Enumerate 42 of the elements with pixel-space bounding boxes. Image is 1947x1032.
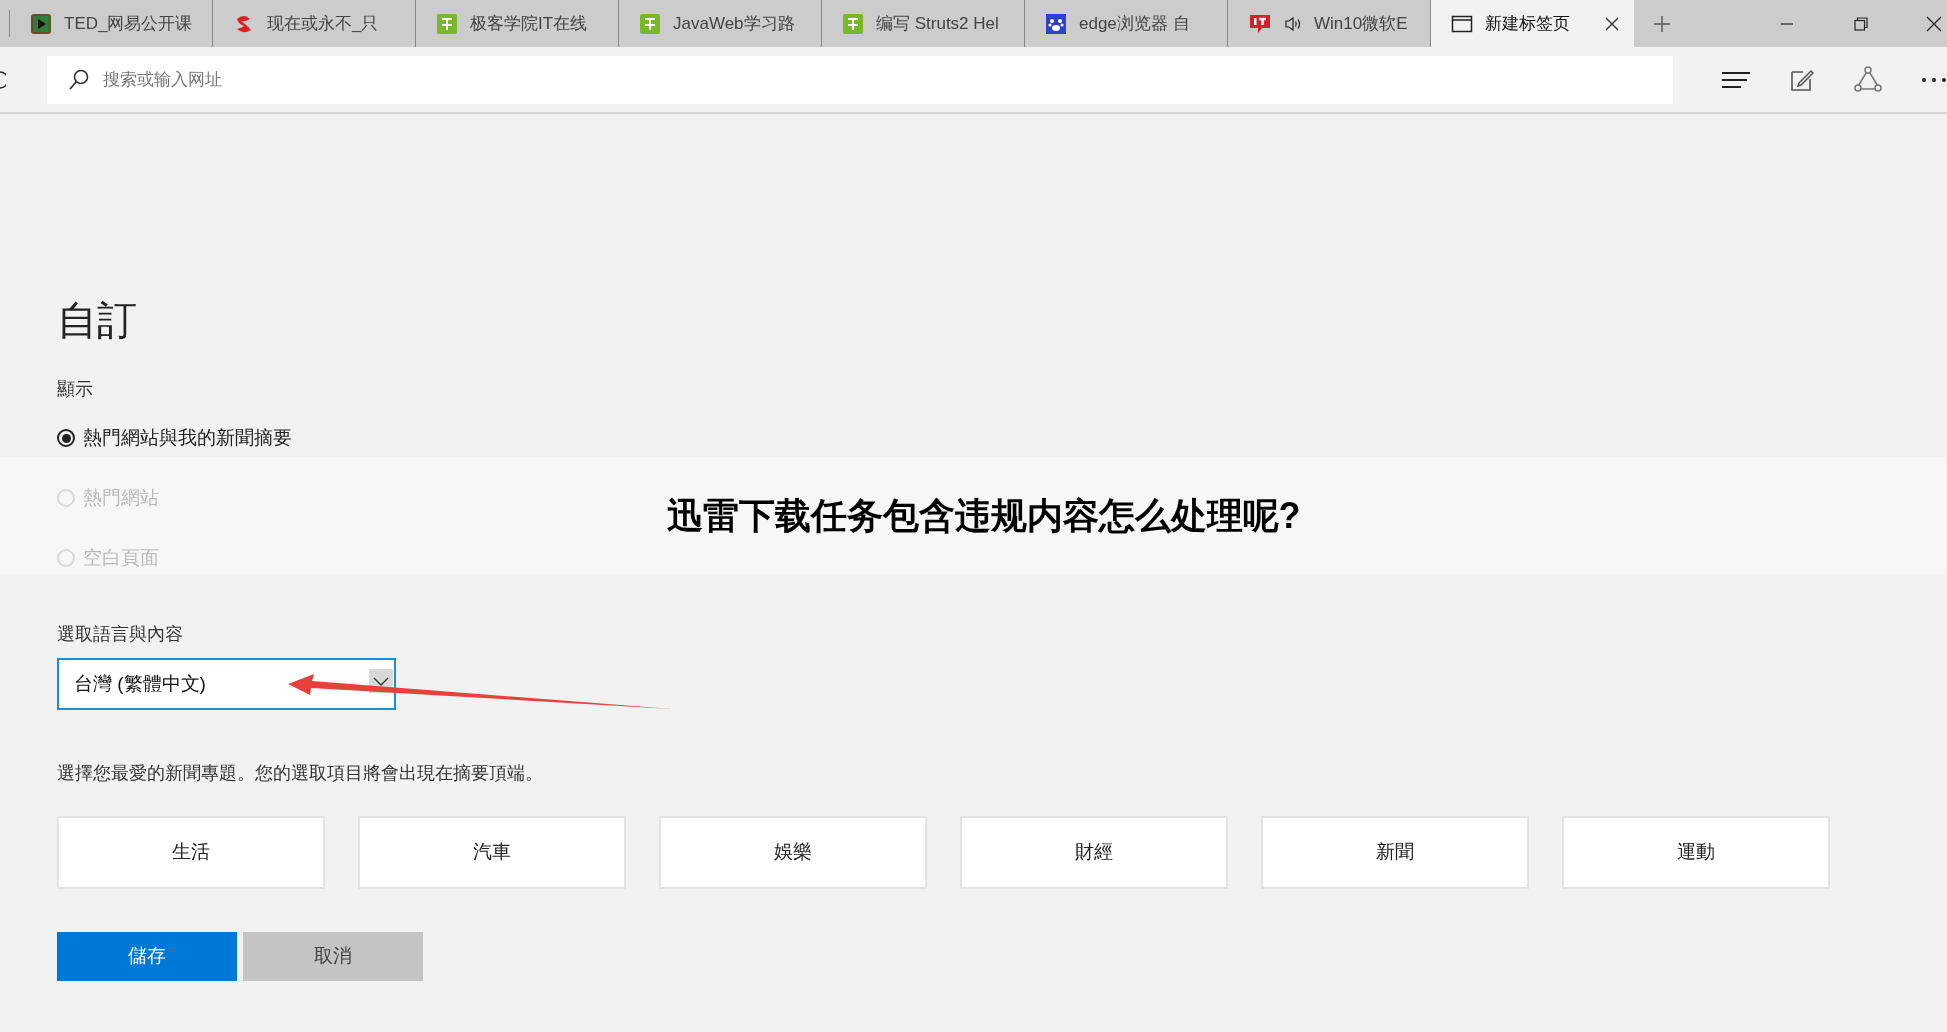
topic-button[interactable]: 新聞 [1261, 816, 1529, 889]
refresh-icon[interactable] [0, 68, 6, 91]
tab-title: 现在或永不_只 [267, 12, 379, 35]
topic-button[interactable]: 娛樂 [659, 816, 927, 889]
square-logo-icon [436, 12, 458, 35]
topic-button[interactable]: 生活 [57, 816, 325, 889]
close-icon[interactable] [1604, 15, 1620, 32]
tab-title: Win10微软E [1314, 12, 1408, 35]
section-label: 顯示 [57, 378, 93, 401]
tab-title: 极客学院IT在线 [470, 12, 588, 35]
plus-icon[interactable] [1652, 13, 1672, 34]
caption-text: 迅雷下载任务包含违规内容怎么处理呢? [665, 493, 1301, 538]
language-select[interactable]: 台灣 (繁體中文) [57, 658, 396, 710]
search-icon [67, 67, 91, 92]
browser-tab[interactable]: 新建标签页 [1431, 0, 1634, 47]
video-play-icon [30, 12, 52, 35]
topic-button[interactable]: 汽車 [358, 816, 626, 889]
tab-title: JavaWeb学习路 [673, 12, 795, 35]
section-label: 選取語言與內容 [57, 623, 183, 646]
restore-icon[interactable] [1853, 15, 1869, 32]
more-icon[interactable] [1921, 76, 1947, 83]
topic-button[interactable]: 財經 [960, 816, 1228, 889]
tab-title: 编写 Struts2 Hel [876, 12, 999, 35]
speaker-icon[interactable] [1284, 15, 1302, 32]
radio-button[interactable] [57, 429, 75, 447]
tab-title: edge浏览器 自 [1079, 12, 1190, 35]
square-logo-icon [842, 12, 864, 35]
close-icon[interactable] [1925, 14, 1943, 33]
tab-title: 新建标签页 [1485, 12, 1570, 35]
topics-hint: 選擇您最愛的新聞專題。您的選取項目將會出現在摘要頂端。 [57, 762, 543, 785]
page-icon [1451, 13, 1473, 34]
page-title: 自訂 [57, 297, 137, 344]
tab-title: TED_网易公开课 [64, 12, 193, 35]
radio-option[interactable]: 熱門網站與我的新聞摘要 [57, 426, 292, 450]
save-button[interactable]: 儲存 [57, 932, 237, 981]
cancel-button[interactable]: 取消 [243, 932, 423, 981]
address-bar[interactable]: 搜索或输入网址 [47, 55, 1673, 104]
paw-icon [1045, 12, 1067, 35]
speech-bubble-icon [1248, 12, 1272, 35]
share-icon[interactable] [1853, 65, 1883, 94]
topic-button[interactable]: 運動 [1562, 816, 1830, 889]
square-logo-icon [639, 12, 661, 35]
